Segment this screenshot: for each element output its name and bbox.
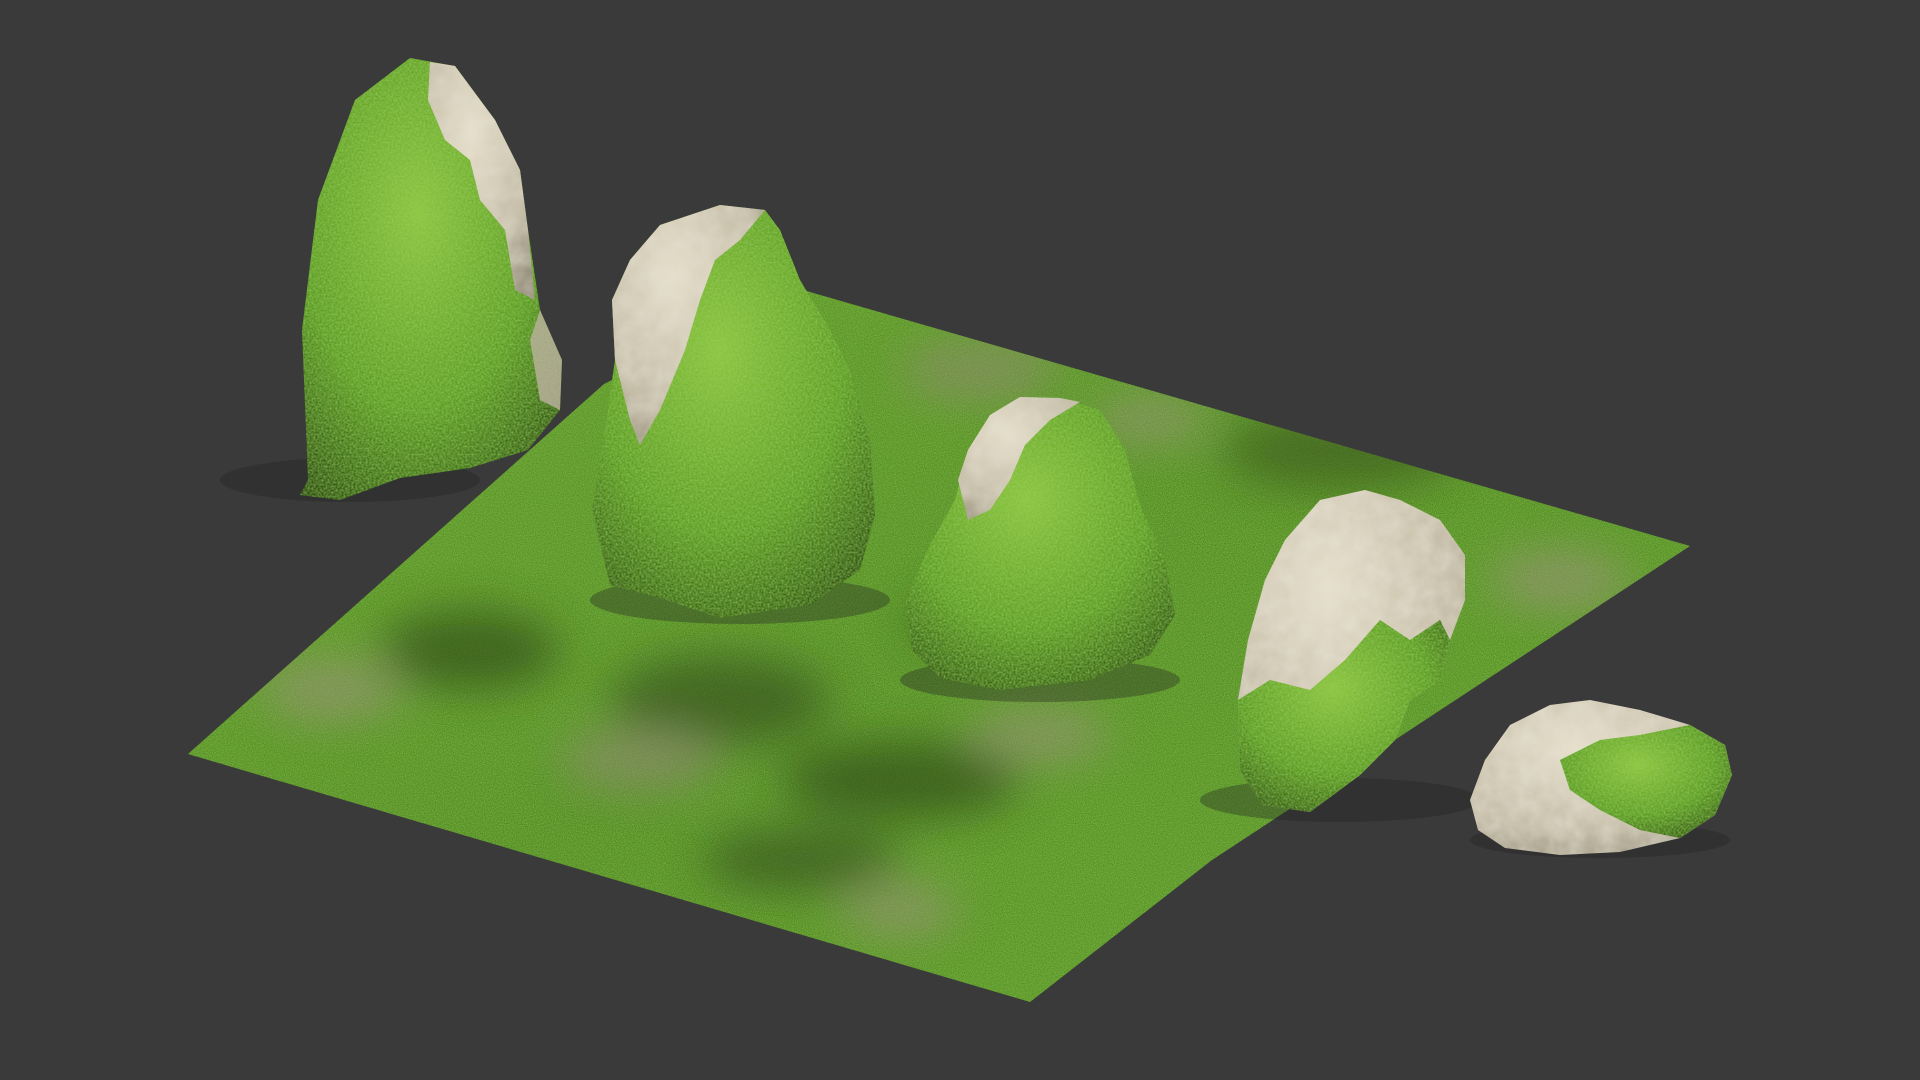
scene-render <box>188 58 1732 1002</box>
3d-viewport[interactable] <box>0 0 1920 1080</box>
standing-stone-medium[interactable] <box>590 205 890 624</box>
rock-flat[interactable] <box>1470 700 1732 858</box>
standing-stone-tall[interactable] <box>220 58 562 502</box>
